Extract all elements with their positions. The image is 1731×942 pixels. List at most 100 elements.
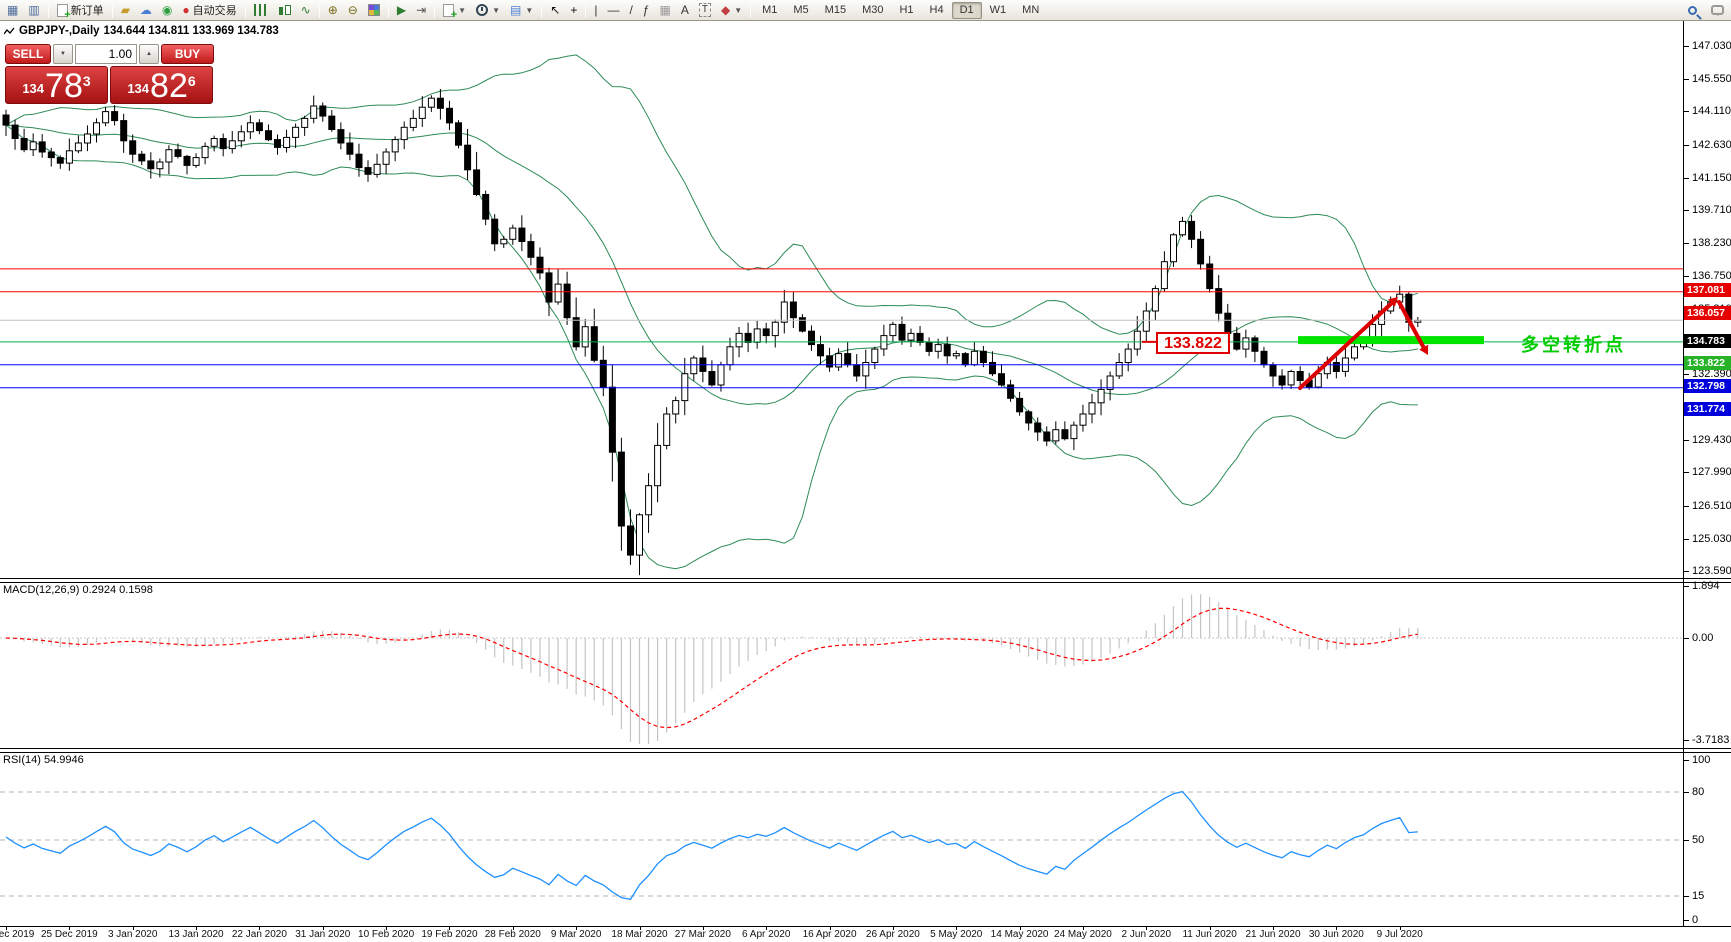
- text-button[interactable]: A: [676, 1, 694, 20]
- turning-point-annotation[interactable]: 多空转折点: [1521, 331, 1626, 357]
- candle-body: [409, 117, 417, 128]
- new-order-button[interactable]: 新订单: [52, 1, 109, 21]
- search-button[interactable]: [1683, 1, 1706, 20]
- zoom-out-button[interactable]: ⊖: [343, 1, 363, 20]
- price-level-label: 131.774: [1684, 401, 1731, 416]
- candle-body: [916, 332, 924, 343]
- timeframe-button-m5[interactable]: M5: [785, 2, 816, 19]
- community-button[interactable]: ☁: [135, 1, 157, 20]
- price-tick-label: 138.230: [1692, 237, 1731, 250]
- autotrading-button[interactable]: ● 自动交易: [177, 1, 241, 20]
- vertical-line-button[interactable]: |: [589, 1, 602, 20]
- zoom-in-button[interactable]: ⊕: [323, 1, 343, 20]
- candle-body: [817, 344, 824, 357]
- candle-body: [482, 194, 490, 220]
- timeframe-button-m30[interactable]: M30: [854, 2, 891, 19]
- price-tag-annotation[interactable]: 133.822: [1156, 332, 1230, 354]
- candle-body: [645, 485, 653, 516]
- fibonacci-button[interactable]: ƒ: [638, 1, 655, 20]
- main-chart-pane[interactable]: [0, 21, 1684, 578]
- date-label: 18 Mar 2020: [611, 929, 668, 940]
- label-button[interactable]: T: [694, 1, 716, 20]
- candle-body: [228, 140, 236, 150]
- date-axis[interactable]: 16 Dec 2019 25 Dec 2019 3 Jan 2020 13 Jan 2…: [0, 926, 1731, 942]
- timeframe-button-m15[interactable]: M15: [817, 2, 854, 19]
- rsi-pane[interactable]: [0, 752, 1684, 926]
- buy-price-sup: 6: [187, 73, 196, 89]
- chart-shift-button[interactable]: ⇥: [411, 1, 431, 20]
- indicators-button[interactable]: ▼: [438, 1, 471, 21]
- crosshair-icon: +: [570, 3, 578, 17]
- lot-size-input[interactable]: [75, 44, 137, 64]
- bar-chart-button[interactable]: [249, 1, 272, 20]
- candle-body: [1097, 388, 1105, 404]
- buy-button[interactable]: BUY: [161, 44, 214, 64]
- market-watch-button[interactable]: ▰: [116, 1, 135, 20]
- chat-button[interactable]: [1706, 1, 1729, 20]
- candle-body: [156, 161, 164, 170]
- candle-body: [1179, 220, 1186, 236]
- auto-scroll-button[interactable]: ▶: [392, 1, 411, 20]
- timeframe-button-w1[interactable]: W1: [982, 2, 1015, 19]
- horizontal-line-button[interactable]: —: [602, 1, 624, 20]
- templates-button[interactable]: ▤ ▼: [505, 1, 538, 20]
- sell-price-tile[interactable]: 134 78 3: [5, 66, 108, 104]
- trendline-button[interactable]: /: [624, 1, 637, 20]
- channel-button[interactable]: ▦: [654, 1, 675, 20]
- periods-button[interactable]: ▼: [471, 1, 505, 20]
- lot-increase-button[interactable]: ▲: [139, 44, 159, 64]
- pane-separator[interactable]: [0, 578, 1731, 579]
- cursor-button[interactable]: ↖: [545, 1, 565, 20]
- macd-pane[interactable]: [0, 582, 1684, 748]
- toolbar: ▦▥新订单▰☁◉●自动交易∿⊕⊖▶⇥▼▼▤▼↖+|—/ƒ▦AT◆▼M1M5M15…: [0, 0, 1731, 21]
- profiles-button[interactable]: ▥: [23, 1, 44, 20]
- vertical-line-icon: |: [594, 3, 598, 17]
- buy-price-tile[interactable]: 134 82 6: [110, 66, 213, 104]
- candle-body: [174, 149, 182, 157]
- line-chart-button[interactable]: ∿: [296, 1, 316, 20]
- tile-windows-button[interactable]: [363, 1, 385, 20]
- crosshair-button[interactable]: +: [565, 1, 582, 20]
- candlestick-chart-button[interactable]: [272, 1, 296, 20]
- price-tick-label: 136.750: [1692, 270, 1731, 283]
- autotrading-icon: ●: [182, 3, 190, 17]
- candle-body: [844, 353, 852, 366]
- periods-icon: [476, 4, 489, 16]
- timeframe-button-d1[interactable]: D1: [951, 1, 982, 19]
- timeframe-button-h1[interactable]: H1: [891, 2, 921, 19]
- date-label: 9 Mar 2020: [550, 929, 602, 940]
- market-watch-icon: ▰: [120, 3, 130, 17]
- sell-price-sup: 3: [82, 73, 91, 89]
- axis-tick: [1684, 840, 1689, 841]
- arrows-icon: ◆: [720, 3, 731, 17]
- pane-separator[interactable]: [0, 582, 1731, 583]
- candle-body: [102, 111, 110, 124]
- symbol-period-label: GBPJPY-,Daily: [19, 25, 100, 37]
- date-label: 14 May 2020: [990, 929, 1049, 940]
- candle-body: [780, 301, 788, 323]
- tile-windows-icon: [367, 4, 380, 16]
- price-axis[interactable]: 147.030 145.550 144.110 142.630 141.150 139.7…: [1684, 21, 1731, 926]
- lot-decrease-button[interactable]: ▼: [53, 44, 73, 64]
- sell-button[interactable]: SELL: [5, 44, 51, 64]
- axis-tick: [1684, 896, 1689, 897]
- pane-separator[interactable]: [0, 752, 1731, 753]
- toolbar-separator: [585, 2, 587, 18]
- candle-body: [219, 138, 227, 150]
- candle-body: [246, 122, 254, 133]
- chart-window-button[interactable]: ▦: [2, 1, 23, 20]
- price-tick-label: 139.710: [1692, 203, 1731, 216]
- timeframe-button-mn[interactable]: MN: [1014, 2, 1047, 19]
- timeframe-button-h4[interactable]: H4: [922, 2, 952, 19]
- date-label: 10 Feb 2020: [358, 929, 415, 940]
- date-label: 30 Jun 2020: [1308, 929, 1364, 940]
- date-label: 16 Dec 2019: [0, 929, 35, 940]
- candle-body: [1034, 422, 1042, 433]
- timeframe-button-m1[interactable]: M1: [754, 2, 785, 19]
- pane-separator[interactable]: [0, 748, 1731, 749]
- zoom-out-icon: ⊖: [347, 3, 358, 17]
- signals-button[interactable]: ◉: [157, 1, 177, 20]
- arrows-button[interactable]: ◆ ▼: [716, 1, 747, 20]
- axis-tick: [1684, 740, 1689, 742]
- toolbar-separator: [47, 2, 49, 18]
